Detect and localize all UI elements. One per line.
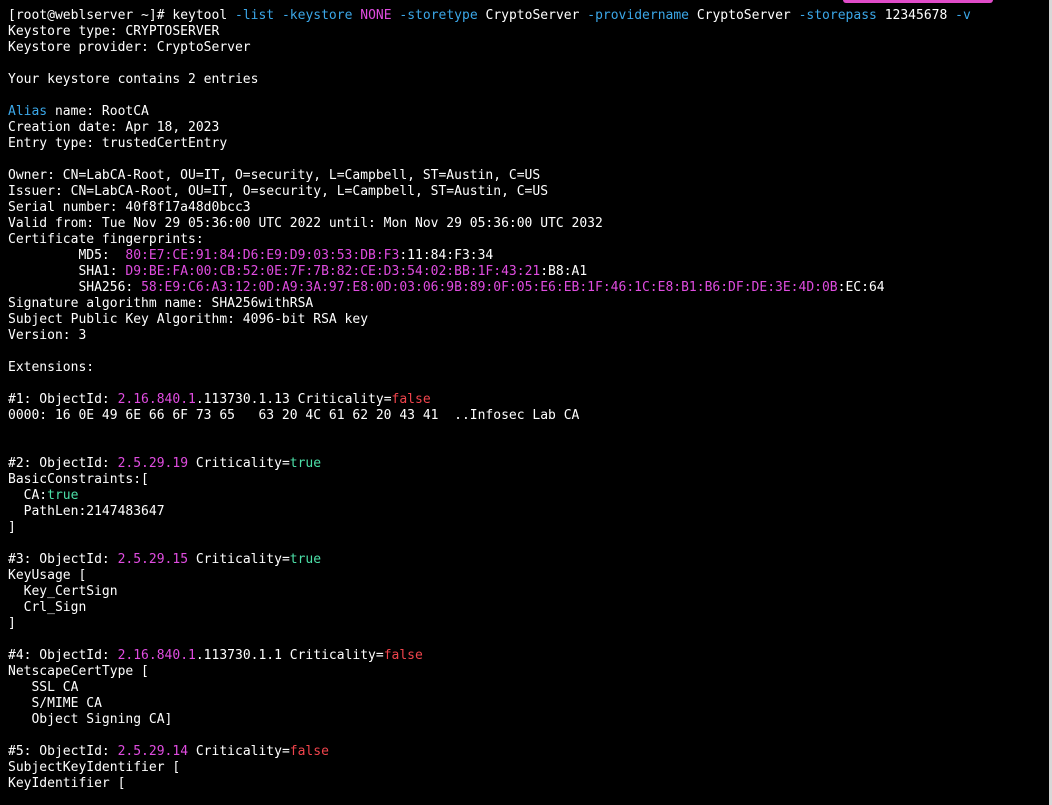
entries-count-line: Your keystore contains 2 entries (8, 72, 259, 87)
owner-line: Owner: CN=LabCA-Root, OU=IT, O=security,… (8, 168, 541, 183)
option-storetype: -storetype (399, 8, 478, 23)
ext3-header: #3: ObjectId: 2.5.29.15 Criticality=true (8, 552, 1046, 568)
sha1-label: SHA1: (8, 264, 126, 279)
ext2-oid-rest: Criticality= (188, 456, 290, 471)
md5-rest: :11:84:F3:34 (399, 248, 494, 263)
sha256-rest: :EC:64 (837, 280, 885, 295)
sha256-label: SHA256: (8, 280, 142, 295)
creation-date-line: Creation date: Apr 18, 2023 (8, 120, 220, 135)
ext5-criticality: false (289, 744, 329, 759)
ext4-line-2: SSL CA (8, 680, 79, 695)
sha256-highlight: 58:E9:C6:A3:12:0D:A9:3A:97:E8:0D:03:06:9… (141, 280, 838, 295)
md5-highlight: 80:E7:CE:91:84:D6:E9:D9:03:53:DB:F3 (125, 248, 400, 263)
alias-rest: name: RootCA (47, 104, 149, 119)
ext2-oid-highlight: 2.5.29.19 (117, 456, 189, 471)
storepass-value: 12345678 (884, 8, 948, 23)
ext2-criticality: true (289, 456, 322, 471)
ext3-line-2: Key_CertSign (8, 584, 118, 599)
ext4-line-4: Object Signing CA] (8, 712, 173, 727)
ext1-hex-dump: 0000: 16 0E 49 6E 66 6F 73 65 63 20 4C 6… (8, 408, 580, 423)
ext3-oid-rest: Criticality= (188, 552, 290, 567)
fingerprints-header: Certificate fingerprints: (8, 232, 204, 247)
shell-prompt: [root@weblserver ~]# (8, 8, 173, 23)
option-keystore: -keystore (281, 8, 353, 23)
option-storepass: -storepass (798, 8, 877, 23)
ext3-oid-highlight: 2.5.29.15 (117, 552, 189, 567)
keystore-value: NONE (360, 8, 392, 23)
validity-line: Valid from: Tue Nov 29 05:36:00 UTC 2022… (8, 216, 603, 231)
terminal-output[interactable]: [root@weblserver ~]# keytool -list -keys… (8, 8, 1046, 792)
alias-label: Alias (8, 104, 48, 119)
ext4-oid-highlight: 2.16.840.1 (117, 648, 196, 663)
ext1-oid-rest: .113730.1.13 Criticality= (195, 392, 392, 407)
public-key-line: Subject Public Key Algorithm: 4096-bit R… (8, 312, 369, 327)
issuer-line: Issuer: CN=LabCA-Root, OU=IT, O=security… (8, 184, 549, 199)
ext3-line-3: Crl_Sign (8, 600, 87, 615)
sha256-line: SHA256: 58:E9:C6:A3:12:0D:A9:3A:97:E8:0D… (8, 280, 1046, 296)
ext4-prefix: #4: ObjectId: (8, 648, 118, 663)
md5-line: MD5: 80:E7:CE:91:84:D6:E9:D9:03:53:DB:F3… (8, 248, 1046, 264)
ext5-header: #5: ObjectId: 2.5.29.14 Criticality=fals… (8, 744, 1046, 760)
command-line: [root@weblserver ~]# keytool -list -keys… (8, 8, 1046, 24)
ext4-header: #4: ObjectId: 2.16.840.1.113730.1.1 Crit… (8, 648, 1046, 664)
ext2-ca-line: CA:true (8, 488, 1046, 504)
option-providername: -providername (587, 8, 689, 23)
ext1-criticality: false (391, 392, 431, 407)
ext3-prefix: #3: ObjectId: (8, 552, 118, 567)
ext2-ca-value: true (47, 488, 79, 503)
signature-algorithm-line: Signature algorithm name: SHA256withRSA (8, 296, 314, 311)
sha1-highlight: D9:BE:FA:00:CB:52:0E:7F:7B:82:CE:D3:54:0… (125, 264, 541, 279)
ext3-line-4: ] (8, 616, 16, 631)
ext5-oid-rest: Criticality= (188, 744, 290, 759)
option-list: -list (235, 8, 275, 23)
terminal-window: { "prompt": { "text": "[root@weblserver … (0, 0, 1052, 805)
ext2-header: #2: ObjectId: 2.5.29.19 Criticality=true (8, 456, 1046, 472)
keystore-type-line: Keystore type: CRYPTOSERVER (8, 24, 220, 39)
storetype-value: CryptoServer (485, 8, 580, 23)
alias-line: Alias name: RootCA (8, 104, 1046, 120)
command-name: keytool (172, 8, 228, 23)
window-accent-bar (843, 0, 993, 3)
ext2-line-1: BasicConstraints:[ (8, 472, 149, 487)
serial-line: Serial number: 40f8f17a48d0bcc3 (8, 200, 251, 215)
ext3-criticality: true (289, 552, 322, 567)
ext5-line-2: KeyIdentifier [ (8, 776, 126, 791)
ext2-ca-label: CA: (8, 488, 48, 503)
ext1-oid-highlight: 2.16.840.1 (117, 392, 196, 407)
ext1-header: #1: ObjectId: 2.16.840.1.113730.1.13 Cri… (8, 392, 1046, 408)
ext3-line-1: KeyUsage [ (8, 568, 87, 583)
sha1-rest: :B8:A1 (540, 264, 588, 279)
ext2-prefix: #2: ObjectId: (8, 456, 118, 471)
entry-type-line: Entry type: trustedCertEntry (8, 136, 228, 151)
sha1-line: SHA1: D9:BE:FA:00:CB:52:0E:7F:7B:82:CE:D… (8, 264, 1046, 280)
ext4-line-1: NetscapeCertType [ (8, 664, 149, 679)
ext2-line-3: PathLen:2147483647 (8, 504, 165, 519)
option-verbose: -v (955, 8, 971, 23)
ext4-criticality: false (383, 648, 423, 663)
ext4-oid-rest: .113730.1.1 Criticality= (195, 648, 384, 663)
keystore-provider-line: Keystore provider: CryptoServer (8, 40, 251, 55)
ext1-prefix: #1: ObjectId: (8, 392, 118, 407)
ext5-oid-highlight: 2.5.29.14 (117, 744, 189, 759)
extensions-header: Extensions: (8, 360, 95, 375)
providername-value: CryptoServer (696, 8, 791, 23)
version-line: Version: 3 (8, 328, 87, 343)
ext5-prefix: #5: ObjectId: (8, 744, 118, 759)
ext4-line-3: S/MIME CA (8, 696, 102, 711)
ext2-line-4: ] (8, 520, 16, 535)
md5-label: MD5: (8, 248, 126, 263)
ext5-line-1: SubjectKeyIdentifier [ (8, 760, 181, 775)
